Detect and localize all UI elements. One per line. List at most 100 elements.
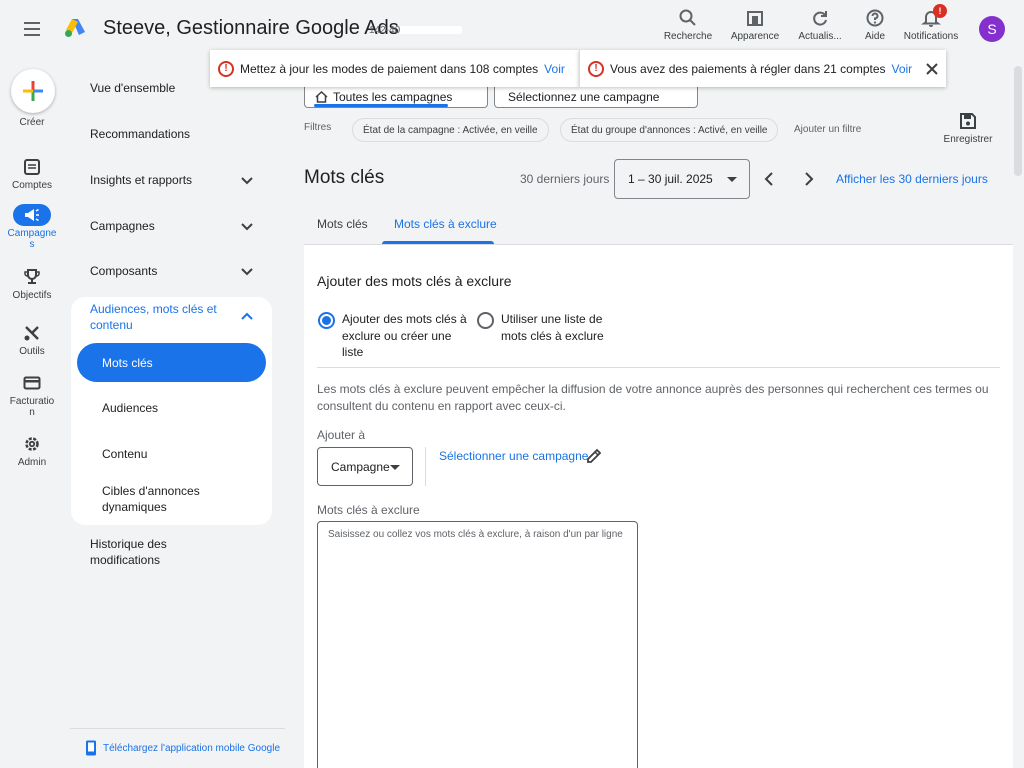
chevron-up-icon [241,312,253,320]
nav-item-history[interactable]: Historique des modifications [90,536,200,568]
notification-badge: ! [933,4,947,18]
card-icon [23,376,41,390]
gear-icon [25,437,39,451]
notifications-label: Notifications [903,31,959,42]
select-campaign-link[interactable]: Sélectionner une campagne [439,449,588,463]
nav-label: Mots clés [102,355,153,370]
tools-icon [24,326,39,341]
save-button[interactable]: Enregistrer [938,112,998,145]
mobile-app-label: Téléchargez l'application mobile Google [103,742,281,754]
rail-label-admin: Admin [17,457,47,468]
alert-view-link[interactable]: Voir [892,62,913,76]
refresh-button[interactable]: Actualis... [796,8,844,48]
nav-label: Audiences, mots clés et contenu [90,302,217,332]
nav-item-recommendations[interactable]: Recommandations [90,126,270,142]
account-name[interactable]: Steeve, Gestionnaire Google Ads [103,17,399,40]
alert-view-link[interactable]: Voir [544,62,565,76]
date-range-selector[interactable]: 1 – 30 juil. 2025 [614,159,750,199]
create-button[interactable] [11,69,55,113]
accounts-icon [24,159,40,175]
form-description: Les mots clés à exclure peuvent empêcher… [317,382,989,413]
caret-down-icon [727,177,737,182]
chevron-left-icon[interactable] [760,169,780,189]
show-last-30-days-link[interactable]: Afficher les 30 derniers jours [836,172,988,186]
menu-icon[interactable] [20,17,44,41]
nav-label: Vue d'ensemble [90,81,176,95]
pencil-icon[interactable] [585,447,603,465]
negative-keywords-input[interactable] [317,521,638,768]
rail-item-admin[interactable]: Admin [0,433,64,468]
notifications-button[interactable]: Notifications [900,8,962,48]
google-ads-logo-icon [65,19,85,37]
phone-icon [86,740,96,756]
nav-item-assets[interactable]: Composants [90,263,254,279]
add-filter-button[interactable]: Ajouter un filtre [794,124,861,135]
rail-label-tools: Outils [19,346,45,357]
nav-label: Recommandations [90,127,191,141]
date-range-label: 30 derniers jours [520,172,610,186]
rail-item-goals[interactable]: Objectifs [0,266,64,301]
rail-label-goals: Objectifs [12,290,52,301]
nav-item-audiences-keywords-content[interactable]: Audiences, mots clés et contenu [90,301,254,333]
rail-label-accounts: Comptes [11,180,52,191]
rail-label-billing: Facturatio n [9,396,55,418]
avatar[interactable]: S [979,16,1005,42]
filters-label: Filtres [304,122,332,133]
campaign-type-value: Campagne [331,459,390,474]
nav-sub-content[interactable]: Contenu [102,446,242,462]
home-icon [315,90,328,103]
nav-sub-keywords[interactable]: Mots clés [77,343,266,382]
rail-item-campaigns[interactable]: Campagne s [0,204,64,250]
account-id: 142-40 [369,25,401,36]
refresh-label: Actualis... [798,31,842,42]
nav-item-insights[interactable]: Insights et rapports [90,172,254,188]
appearance-label: Apparence [730,31,780,42]
rail-item-billing[interactable]: Facturatio n [0,372,64,418]
rail-item-tools[interactable]: Outils [0,322,64,357]
mobile-app-link[interactable]: Téléchargez l'application mobile Google [85,740,287,756]
nav-label: Insights et rapports [90,173,193,187]
radio-use-list[interactable] [477,312,494,329]
nav-divider [70,728,285,729]
nav-label: Composants [90,264,158,278]
nav-label: Campagnes [90,219,155,233]
save-icon [960,113,976,129]
help-label: Aide [864,31,885,42]
select-campaign-selector[interactable]: Sélectionnez une campagne [494,86,698,108]
radio-add-keywords-label: Ajouter des mots clés à exclure ou créer… [342,312,467,359]
caret-down-icon [390,465,400,470]
search-button[interactable]: Recherche [662,8,714,48]
nav-label: Historique des modifications [90,537,167,567]
save-label: Enregistrer [943,134,993,145]
refresh-icon [813,11,827,26]
create-label: Créer [19,117,45,128]
field-separator [425,447,426,486]
add-to-label: Ajouter à [317,428,366,442]
scrollbar-thumb[interactable] [1014,66,1022,176]
search-icon [679,9,696,26]
nav-sub-dynamic-targets[interactable]: Cibles d'annonces dynamiques [102,483,232,515]
radio-use-list-label: Utiliser une liste de mots clés à exclur… [501,312,604,343]
rail-item-accounts[interactable]: Comptes [0,156,64,191]
trophy-icon [24,269,40,284]
chevron-right-icon[interactable] [798,169,818,189]
radio-add-keywords[interactable] [318,312,335,329]
error-icon: ! [218,60,234,77]
tab-keywords[interactable]: Mots clés [317,217,368,231]
rail-label-campaigns: Campagne s [7,228,57,250]
select-campaign-label: Sélectionnez une campagne [508,89,660,104]
selector-underline [314,104,448,107]
payment-method-alert: ! Mettez à jour les modes de paiement da… [210,50,579,87]
filter-chip-campaign-status[interactable]: État de la campagne : Activée, en veille [352,118,549,142]
campaign-type-select[interactable]: Campagne [317,447,413,486]
tab-negative-keywords[interactable]: Mots clés à exclure [394,217,497,231]
nav-item-campaigns[interactable]: Campagnes [90,218,254,234]
appearance-button[interactable]: Apparence [728,8,782,48]
all-campaigns-label: Toutes les campagnes [333,89,453,104]
help-button[interactable]: Aide [860,8,890,48]
close-icon[interactable] [925,62,939,76]
filter-chip-adgroup-status[interactable]: État du groupe d'annonces : Activé, en v… [560,118,779,142]
chevron-down-icon [241,177,253,185]
payments-due-alert: ! Vous avez des paiements à régler dans … [579,50,946,87]
nav-sub-audiences[interactable]: Audiences [102,400,242,416]
